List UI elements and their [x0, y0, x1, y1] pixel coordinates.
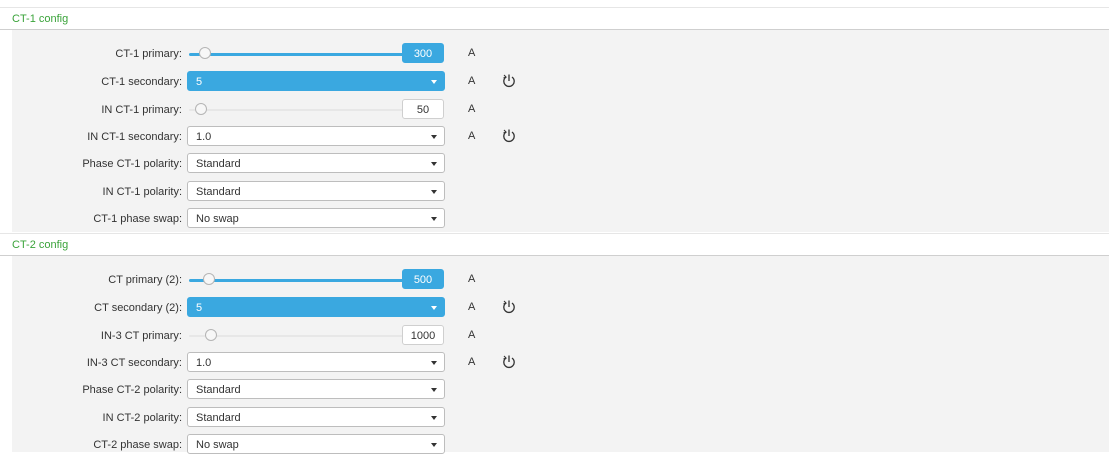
row-ct2-phase-swap: CT-2 phase swap: No swap [12, 434, 1109, 456]
select-value: Standard [196, 384, 241, 396]
select-value: 1.0 [196, 357, 212, 369]
ct1-primary-slider[interactable] [187, 43, 409, 65]
select-value: Standard [196, 186, 241, 198]
slider-thumb[interactable] [205, 329, 217, 341]
section-title: CT-2 config [12, 239, 69, 251]
row-in3-ct-secondary: IN-3 CT secondary: 1.0 A [12, 352, 1109, 374]
field-label: Phase CT-2 polarity: [82, 384, 182, 396]
ct2-phase-swap-select[interactable]: No swap [187, 434, 445, 454]
power-reset-icon[interactable] [500, 127, 518, 145]
power-reset-icon[interactable] [500, 353, 518, 371]
caret-down-icon [431, 135, 437, 139]
unit-label: A [468, 75, 476, 87]
slider-track [189, 335, 409, 337]
select-value: 5 [196, 302, 203, 314]
select-value: 5 [196, 76, 203, 88]
phase-ct1-polarity-select[interactable]: Standard [187, 153, 445, 173]
select-value: 1.0 [196, 131, 212, 143]
ct2-primary-slider[interactable] [187, 269, 409, 291]
phase-ct2-polarity-select[interactable]: Standard [187, 379, 445, 399]
row-in-ct1-primary: IN CT-1 primary: 50 A [12, 99, 1109, 121]
slider-track [189, 53, 409, 56]
section-header-ct2[interactable]: CT-2 config [0, 233, 1109, 256]
section-title: CT-1 config [12, 13, 69, 25]
field-label: CT-2 phase swap: [93, 439, 182, 451]
caret-down-icon [431, 190, 437, 194]
field-label: IN-3 CT secondary: [86, 357, 182, 369]
field-label: CT primary (2): [108, 274, 182, 286]
select-value: No swap [196, 213, 239, 225]
section-body-ct2: CT primary (2): 500 A CT secondary (2): … [12, 256, 1109, 454]
field-label: Phase CT-1 polarity: [82, 158, 182, 170]
field-label: CT secondary (2): [94, 302, 182, 314]
row-in-ct1-secondary: IN CT-1 secondary: 1.0 A [12, 126, 1109, 148]
power-reset-icon[interactable] [500, 72, 518, 90]
select-value: No swap [196, 439, 239, 451]
unit-label: A [468, 273, 476, 285]
row-in-ct1-polarity: IN CT-1 polarity: Standard [12, 181, 1109, 203]
select-value: Standard [196, 412, 241, 424]
caret-down-icon [431, 217, 437, 221]
ct1-phase-swap-select[interactable]: No swap [187, 208, 445, 228]
unit-label: A [468, 301, 476, 313]
caret-down-icon [431, 361, 437, 365]
in-ct1-polarity-select[interactable]: Standard [187, 181, 445, 201]
field-label: IN-3 CT primary: [100, 330, 182, 342]
in-ct1-primary-input[interactable]: 50 [402, 99, 444, 119]
field-label: IN CT-1 polarity: [102, 186, 182, 198]
caret-down-icon [431, 162, 437, 166]
unit-label: A [468, 329, 476, 341]
slider-thumb[interactable] [199, 47, 211, 59]
in-ct1-secondary-select[interactable]: 1.0 [187, 126, 445, 146]
row-in-ct2-polarity: IN CT-2 polarity: Standard [12, 407, 1109, 429]
row-ct2-secondary: CT secondary (2): 5 A [12, 297, 1109, 319]
slider-thumb[interactable] [195, 103, 207, 115]
row-ct1-secondary: CT-1 secondary: 5 A [12, 71, 1109, 93]
slider-track [189, 279, 409, 282]
row-ct1-primary: CT-1 primary: 300 A [12, 43, 1109, 65]
unit-label: A [468, 130, 476, 142]
unit-label: A [468, 103, 476, 115]
power-reset-icon[interactable] [500, 298, 518, 316]
in3-ct-secondary-select[interactable]: 1.0 [187, 352, 445, 372]
section-body-ct1: CT-1 primary: 300 A CT-1 secondary: 5 A … [12, 30, 1109, 232]
caret-down-icon [431, 306, 437, 310]
slider-thumb[interactable] [203, 273, 215, 285]
field-label: IN CT-1 primary: [101, 104, 182, 116]
in-ct1-primary-slider[interactable] [187, 99, 409, 121]
caret-down-icon [431, 388, 437, 392]
ct1-secondary-select[interactable]: 5 [187, 71, 445, 91]
row-in3-ct-primary: IN-3 CT primary: 1000 A [12, 325, 1109, 347]
field-label: CT-1 secondary: [101, 76, 182, 88]
caret-down-icon [431, 80, 437, 84]
unit-label: A [468, 356, 476, 368]
section-header-ct1[interactable]: CT-1 config [0, 7, 1109, 30]
ct1-primary-input[interactable]: 300 [402, 43, 444, 63]
row-ct1-phase-swap: CT-1 phase swap: No swap [12, 208, 1109, 230]
field-label: IN CT-2 polarity: [102, 412, 182, 424]
field-label: IN CT-1 secondary: [87, 131, 182, 143]
field-label: CT-1 primary: [115, 48, 182, 60]
in3-ct-primary-input[interactable]: 1000 [402, 325, 444, 345]
ct2-primary-input[interactable]: 500 [402, 269, 444, 289]
slider-track [189, 109, 409, 111]
unit-label: A [468, 47, 476, 59]
caret-down-icon [431, 443, 437, 447]
row-phase-ct2-polarity: Phase CT-2 polarity: Standard [12, 379, 1109, 401]
ct2-secondary-select[interactable]: 5 [187, 297, 445, 317]
in3-ct-primary-slider[interactable] [187, 325, 409, 347]
in-ct2-polarity-select[interactable]: Standard [187, 407, 445, 427]
row-ct2-primary: CT primary (2): 500 A [12, 269, 1109, 291]
field-label: CT-1 phase swap: [93, 213, 182, 225]
caret-down-icon [431, 416, 437, 420]
select-value: Standard [196, 158, 241, 170]
row-phase-ct1-polarity: Phase CT-1 polarity: Standard [12, 153, 1109, 175]
